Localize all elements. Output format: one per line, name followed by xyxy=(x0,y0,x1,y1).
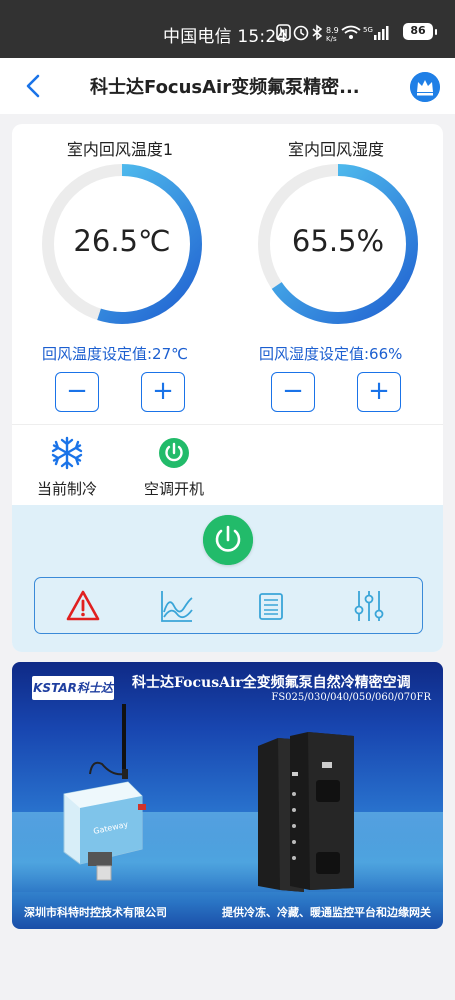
cabinet-image xyxy=(258,732,354,892)
toolbar xyxy=(34,577,423,634)
humidity-decrease-button[interactable]: − xyxy=(271,372,315,412)
battery-icon: 86 xyxy=(403,23,437,40)
svg-text:5G: 5G xyxy=(363,26,373,34)
status-bar: 中国电信 15:24 86 8.9 K/s 5G xyxy=(0,0,455,58)
nfc-icon xyxy=(276,24,291,41)
temp-increase-button[interactable]: + xyxy=(141,372,185,412)
humidity-setpoint: 回风湿度设定值:66% xyxy=(259,345,403,363)
alarm-warning-icon[interactable] xyxy=(65,588,101,624)
settings-sliders-icon[interactable] xyxy=(351,588,387,624)
crown-icon[interactable] xyxy=(410,72,440,102)
power-button-icon[interactable] xyxy=(203,515,253,565)
page-title: 科士达FocusAir变频氟泵精密... xyxy=(90,77,360,98)
alarm-icon xyxy=(293,25,309,41)
speed-text: 8.9 xyxy=(326,26,339,35)
snowflake-icon xyxy=(51,436,83,470)
list-icon[interactable] xyxy=(253,588,289,624)
banner-company: 深圳市科特时控技术有限公司 xyxy=(24,906,167,919)
humidity-increase-button[interactable]: + xyxy=(357,372,401,412)
trend-chart-icon[interactable] xyxy=(159,588,195,624)
app-header: 科士达FocusAir变频氟泵精密... xyxy=(0,58,455,114)
bluetooth-icon xyxy=(312,24,323,41)
status-icons: 8.9 K/s 5G xyxy=(276,24,389,42)
status-power: 空调开机 xyxy=(119,436,229,499)
gauge-humidity-label: 室内回风湿度 xyxy=(287,140,384,159)
temp-decrease-button[interactable]: − xyxy=(55,372,99,412)
gauge-humidity-value: 65.5% xyxy=(291,224,385,258)
signal-icon: 5G xyxy=(363,26,389,40)
status-cooling: 当前制冷 xyxy=(12,436,122,499)
wifi-icon xyxy=(341,25,361,39)
temp-setpoint: 回风温度设定值:27℃ xyxy=(42,345,188,363)
status-power-label: 空调开机 xyxy=(143,480,204,498)
gauge-temp-value: 26.5℃ xyxy=(73,224,171,258)
gateway-device-image: Gateway xyxy=(63,704,146,881)
carrier-time: 中国电信 15:24 xyxy=(163,27,288,47)
banner-title: 科士达FocusAir全变频氟泵自然冷精密空调 xyxy=(132,675,411,691)
banner-model: FS025/030/040/050/060/070FR xyxy=(271,692,431,703)
banner-slogan: 提供冷冻、冷藏、暖通监控平台和边缘网关 xyxy=(222,906,431,919)
status-cooling-label: 当前制冷 xyxy=(36,480,97,498)
kstar-logo: KSTAR科士达 xyxy=(32,676,114,700)
divider xyxy=(12,424,443,425)
product-banner[interactable]: KSTAR科士达 科士达FocusAir全变频氟泵自然冷精密空调 FS025/0… xyxy=(12,662,443,929)
svg-text:K/s: K/s xyxy=(326,35,337,42)
back-chevron-icon[interactable] xyxy=(22,72,46,100)
gauge-temp-label: 室内回风温度1 xyxy=(66,140,174,159)
device-card: 室内回风温度1 26.5℃ 回风温度设定值:27℃ 室内回风湿度 65.5% 回… xyxy=(12,124,443,652)
power-on-icon xyxy=(159,438,189,468)
